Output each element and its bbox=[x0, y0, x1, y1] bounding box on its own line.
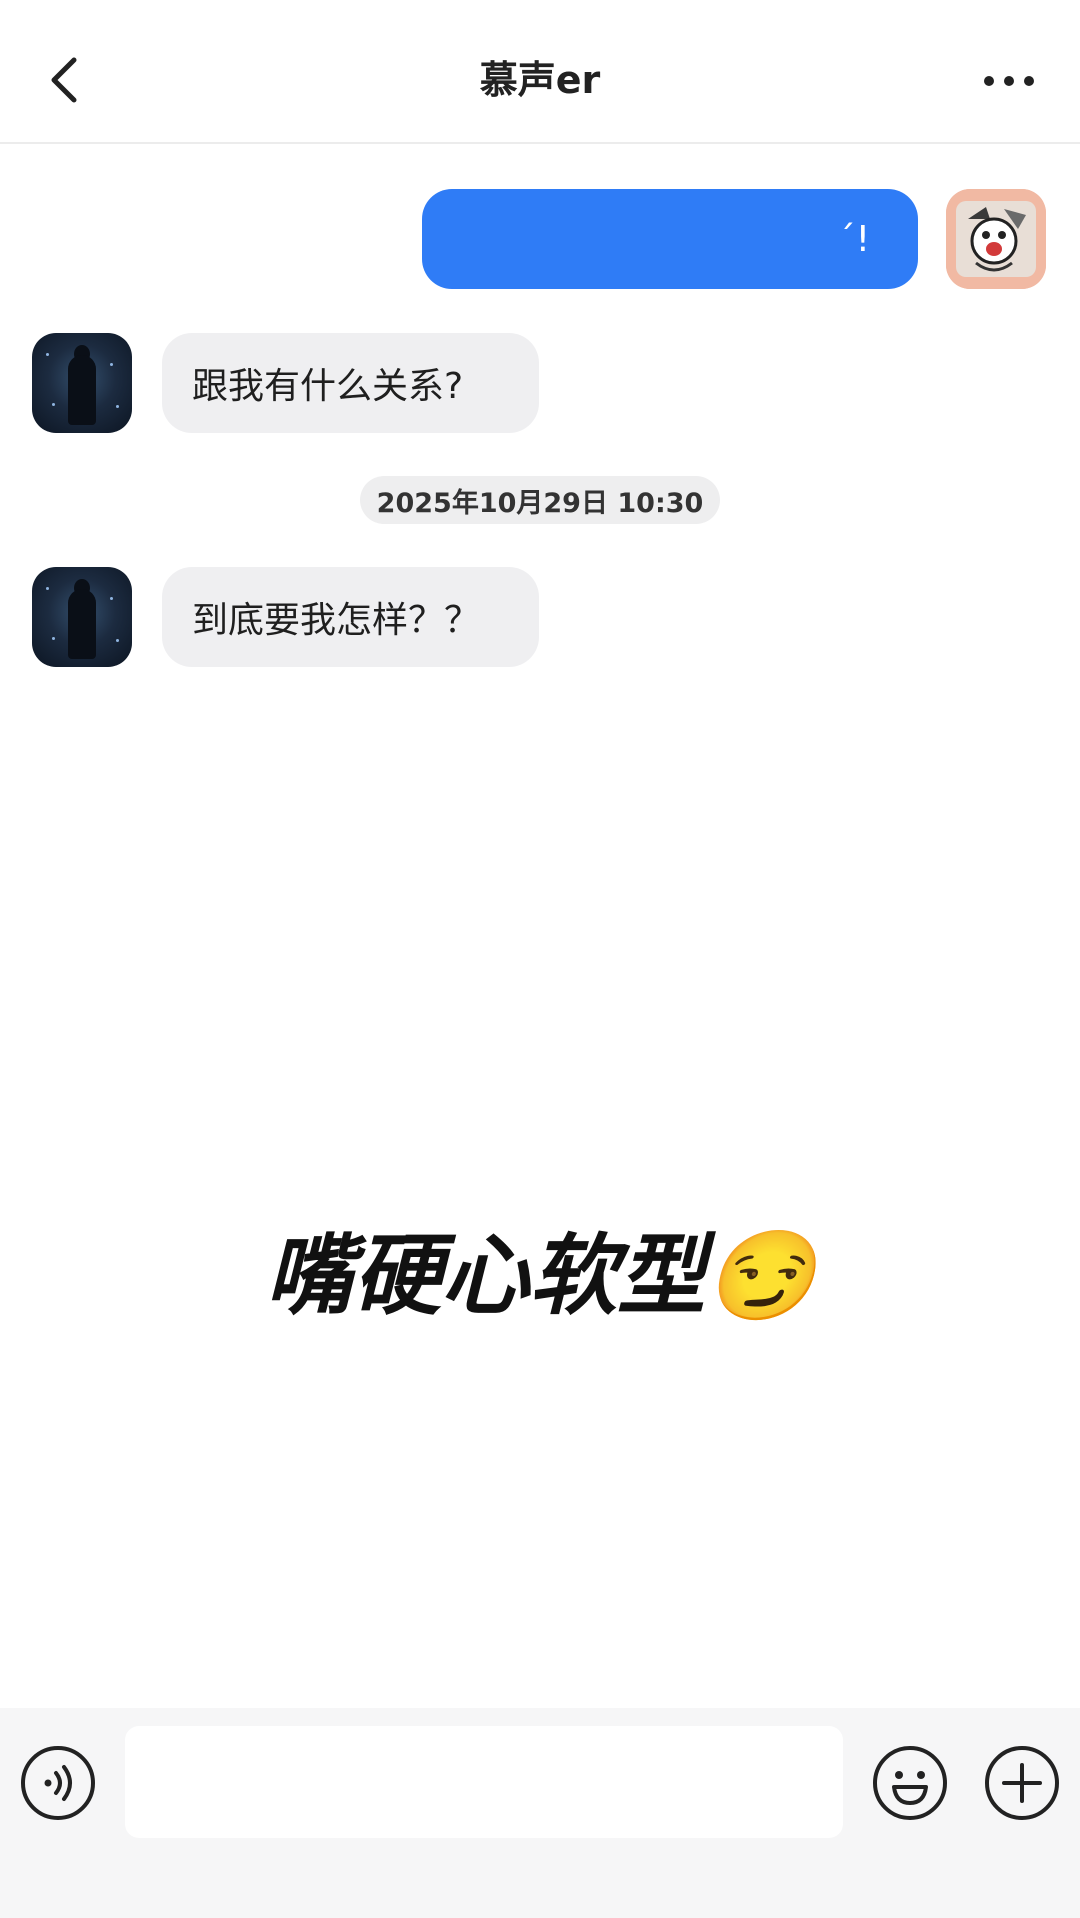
incoming-message-text: 跟我有什么关系? bbox=[192, 366, 464, 407]
contact-avatar[interactable] bbox=[32, 567, 132, 667]
plus-icon bbox=[985, 1746, 1059, 1820]
outgoing-message-bubble[interactable]: ˊ! bbox=[422, 189, 918, 289]
incoming-message-bubble[interactable]: 跟我有什么关系? bbox=[162, 333, 539, 433]
cartoon-avatar-image bbox=[946, 189, 1046, 289]
caption-overlay-text: 嘴硬心软型😏 bbox=[265, 1223, 815, 1327]
chat-title: 慕声er bbox=[479, 58, 601, 102]
more-actions-button[interactable] bbox=[984, 1745, 1060, 1821]
chat-header: 慕声er bbox=[0, 0, 1080, 144]
contact-avatar[interactable] bbox=[32, 333, 132, 433]
outgoing-message-text: ˊ! bbox=[837, 218, 870, 260]
emoji-icon bbox=[873, 1746, 947, 1820]
emoji-button[interactable] bbox=[872, 1745, 948, 1821]
incoming-message-text: 到底要我怎样？？ bbox=[192, 600, 481, 641]
message-timestamp: 2025年10月29日 10:30 bbox=[360, 476, 720, 524]
more-dots-icon bbox=[984, 76, 1034, 86]
voice-icon bbox=[21, 1746, 95, 1820]
incoming-message-bubble[interactable]: 到底要我怎样？？ bbox=[162, 567, 539, 667]
more-button[interactable] bbox=[974, 56, 1044, 106]
my-avatar[interactable] bbox=[946, 189, 1046, 289]
voice-button[interactable] bbox=[20, 1745, 96, 1821]
message-input[interactable] bbox=[125, 1726, 843, 1838]
